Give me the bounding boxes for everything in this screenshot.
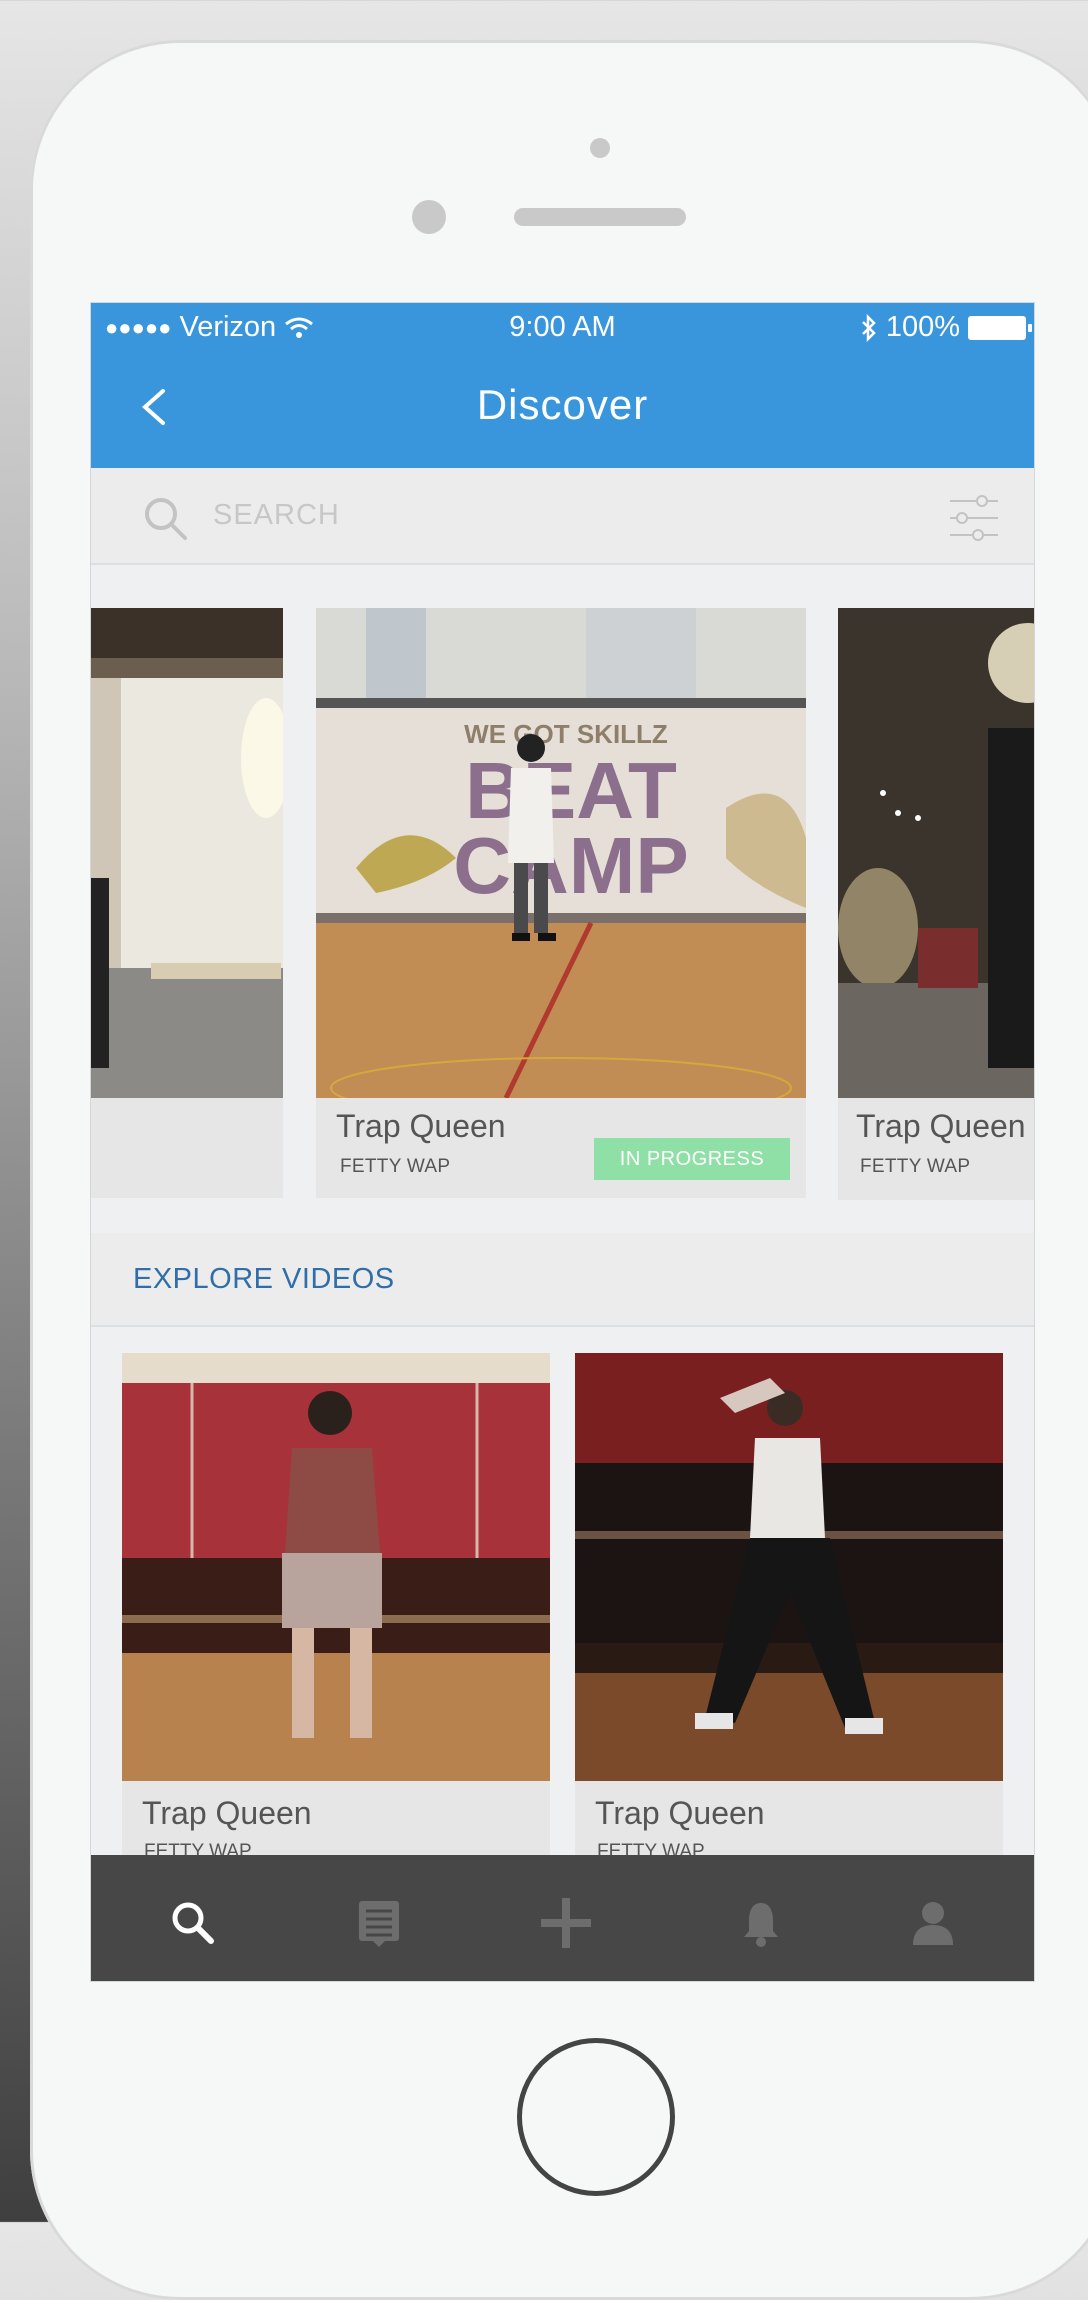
- bell-icon: [744, 1903, 778, 1947]
- video-thumbnail: [91, 608, 283, 1098]
- video-artist: FETTY WAP: [860, 1156, 971, 1177]
- video-title: Trap Queen: [336, 1108, 506, 1144]
- search-icon: [172, 1902, 214, 1944]
- search-bar: [91, 468, 1034, 565]
- explore-videos-header: EXPLORE VIDEOS: [91, 1233, 1034, 1327]
- search-icon: [145, 498, 187, 540]
- battery-percent: 100%: [885, 311, 960, 343]
- user-icon: [913, 1902, 953, 1945]
- front-camera: [412, 200, 446, 234]
- carousel-card-previous[interactable]: [91, 608, 283, 1198]
- video-title: Trap Queen: [142, 1795, 312, 1831]
- tab-notifications[interactable]: [731, 1893, 791, 1953]
- video-title: Trap Queen: [856, 1108, 1026, 1144]
- feed-icon: [359, 1901, 399, 1947]
- section-title: EXPLORE VIDEOS: [133, 1263, 395, 1295]
- earpiece-speaker: [514, 208, 686, 226]
- video-artist: FETTY WAP: [340, 1156, 451, 1177]
- app-screen: ●●●●● Verizon 9:00 AM 100% Discover SEAR…: [90, 302, 1035, 1982]
- battery-icon: [968, 315, 1032, 340]
- search-input[interactable]: [211, 492, 915, 538]
- banner-line1: WE GOT SKILLZ: [464, 719, 668, 749]
- navigation-bar: Discover: [91, 353, 1034, 468]
- carousel-card[interactable]: WE GOT SKILLZ BEAT CAMP Trap Queen FETTY…: [316, 608, 806, 1198]
- filter-sliders-icon[interactable]: [948, 495, 1000, 541]
- video-thumbnail: WE GOT SKILLZ BEAT CAMP: [316, 608, 806, 1098]
- page-title: Discover: [476, 381, 649, 428]
- banner-line3: CAMP: [453, 821, 689, 910]
- video-thumbnail: [838, 608, 1034, 1098]
- plus-icon: [541, 1898, 591, 1948]
- bluetooth-icon: [861, 313, 876, 342]
- video-thumbnail: [575, 1353, 1003, 1781]
- video-title: Trap Queen: [595, 1795, 765, 1831]
- video-thumbnail: [122, 1353, 550, 1781]
- tab-search[interactable]: [163, 1893, 223, 1953]
- proximity-sensor: [590, 138, 610, 158]
- featured-carousel[interactable]: WE GOT SKILLZ BEAT CAMP Trap Queen FETTY…: [91, 608, 1034, 1200]
- carousel-card-next[interactable]: Trap Queen FETTY WAP: [838, 608, 1034, 1200]
- tab-create[interactable]: [536, 1893, 596, 1953]
- tab-feed[interactable]: [349, 1893, 409, 1953]
- status-badge: IN PROGRESS: [594, 1138, 790, 1180]
- bottom-tab-bar: [91, 1855, 1034, 1981]
- tab-profile[interactable]: [903, 1893, 963, 1953]
- status-bar: ●●●●● Verizon 9:00 AM 100%: [91, 303, 1034, 353]
- home-button[interactable]: [517, 2038, 675, 2196]
